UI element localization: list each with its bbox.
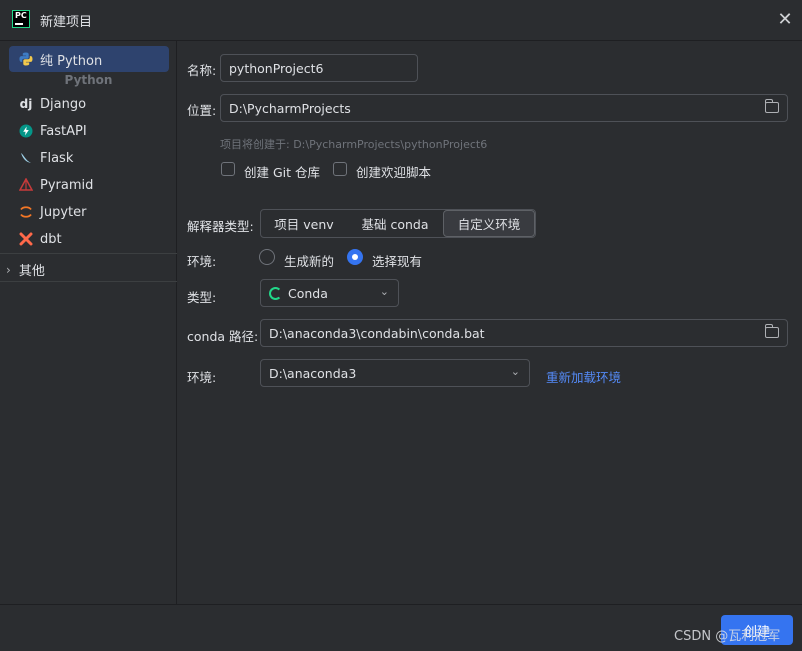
- project-type-sidebar: 纯 Python Python dj Django FastAPI Flask …: [0, 41, 177, 604]
- reload-environments-link[interactable]: 重新加载环境: [546, 367, 621, 386]
- chevron-right-icon: ›: [6, 262, 11, 277]
- location-hint: 项目将创建于: D:\PycharmProjects\pythonProject…: [220, 138, 488, 151]
- conda-path-value: D:\anaconda3\condabin\conda.bat: [269, 325, 485, 341]
- conda-path-label: conda 路径:: [187, 329, 259, 344]
- type-label: 类型:: [187, 290, 217, 305]
- title-bar: PC 新建项目 ✕: [0, 0, 802, 40]
- sidebar-item-label: Pyramid: [40, 177, 94, 193]
- python-icon: [18, 51, 34, 67]
- select-existing-radio[interactable]: [347, 249, 363, 265]
- location-label: 位置:: [187, 103, 217, 118]
- sidebar-item-flask[interactable]: Flask: [9, 145, 169, 171]
- sidebar-item-label: FastAPI: [40, 123, 87, 139]
- environment-dropdown[interactable]: D:\anaconda3 ⌄: [260, 359, 530, 387]
- select-existing-label: 选择现有: [372, 254, 423, 269]
- interpreter-type-selector: 项目 venv 基础 conda 自定义环境: [260, 209, 536, 238]
- sidebar-item-label: Flask: [40, 150, 74, 166]
- sidebar-item-other[interactable]: › 其他: [6, 260, 45, 280]
- welcome-script-label: 创建欢迎脚本: [356, 165, 432, 180]
- generate-new-radio[interactable]: [259, 249, 275, 265]
- environment-path-label: 环境:: [187, 370, 217, 385]
- conda-spinner-icon: [269, 286, 282, 300]
- folder-icon[interactable]: [764, 99, 779, 113]
- sidebar-item-fastapi[interactable]: FastAPI: [9, 118, 169, 144]
- watermark-text: CSDN @瓦利冠军: [674, 629, 781, 644]
- dialog-footer: 创建 CSDN @瓦利冠军: [0, 604, 802, 651]
- project-settings-form: 名称: pythonProject6 位置: D:\PycharmProject…: [178, 41, 802, 604]
- sidebar-item-label: 纯 Python: [40, 53, 103, 69]
- sidebar-divider: [0, 281, 177, 282]
- sidebar-divider: [0, 253, 177, 254]
- git-repo-checkbox[interactable]: [221, 162, 235, 176]
- dbt-icon: [18, 231, 34, 247]
- sidebar-item-pyramid[interactable]: Pyramid: [9, 172, 169, 198]
- dialog-title: 新建项目: [40, 15, 93, 30]
- sidebar-item-label: Django: [40, 96, 87, 112]
- sidebar-item-label: dbt: [40, 231, 62, 247]
- generate-new-label: 生成新的: [284, 254, 335, 269]
- sidebar-item-label: Jupyter: [40, 204, 87, 220]
- tab-base-conda[interactable]: 基础 conda: [347, 210, 443, 237]
- environment-label: 环境:: [187, 254, 217, 269]
- type-dropdown[interactable]: Conda ⌄: [260, 279, 399, 307]
- sidebar-group-header: Python: [64, 73, 113, 87]
- flask-icon: [18, 150, 34, 166]
- project-name-input[interactable]: pythonProject6: [220, 54, 418, 82]
- tab-project-venv[interactable]: 项目 venv: [261, 210, 347, 237]
- sidebar-item-label: 其他: [18, 264, 45, 279]
- pyramid-icon: [18, 177, 34, 193]
- close-icon[interactable]: ✕: [772, 8, 798, 32]
- tab-custom-environment[interactable]: 自定义环境: [443, 210, 535, 237]
- sidebar-item-pure-python[interactable]: 纯 Python: [9, 46, 169, 72]
- sidebar-item-jupyter[interactable]: Jupyter: [9, 199, 169, 225]
- jupyter-icon: [18, 204, 34, 220]
- sidebar-item-django[interactable]: dj Django: [9, 91, 169, 117]
- conda-path-input[interactable]: D:\anaconda3\condabin\conda.bat: [260, 319, 788, 347]
- location-input[interactable]: D:\PycharmProjects: [220, 94, 788, 122]
- type-value: Conda: [288, 285, 328, 301]
- chevron-down-icon: ⌄: [510, 365, 520, 378]
- location-value: D:\PycharmProjects: [229, 100, 351, 116]
- app-icon-text: PC: [15, 11, 27, 20]
- git-repo-label: 创建 Git 仓库: [244, 165, 321, 180]
- welcome-script-checkbox[interactable]: [333, 162, 347, 176]
- environment-value: D:\anaconda3: [269, 365, 357, 381]
- interpreter-type-label: 解释器类型:: [187, 219, 254, 234]
- name-label: 名称:: [187, 63, 217, 78]
- django-icon: dj: [19, 97, 33, 111]
- fastapi-icon: [18, 123, 34, 139]
- sidebar-item-dbt[interactable]: dbt: [9, 226, 169, 252]
- pycharm-logo-icon: PC: [12, 10, 30, 28]
- folder-icon[interactable]: [764, 324, 779, 338]
- chevron-down-icon: ⌄: [379, 285, 389, 298]
